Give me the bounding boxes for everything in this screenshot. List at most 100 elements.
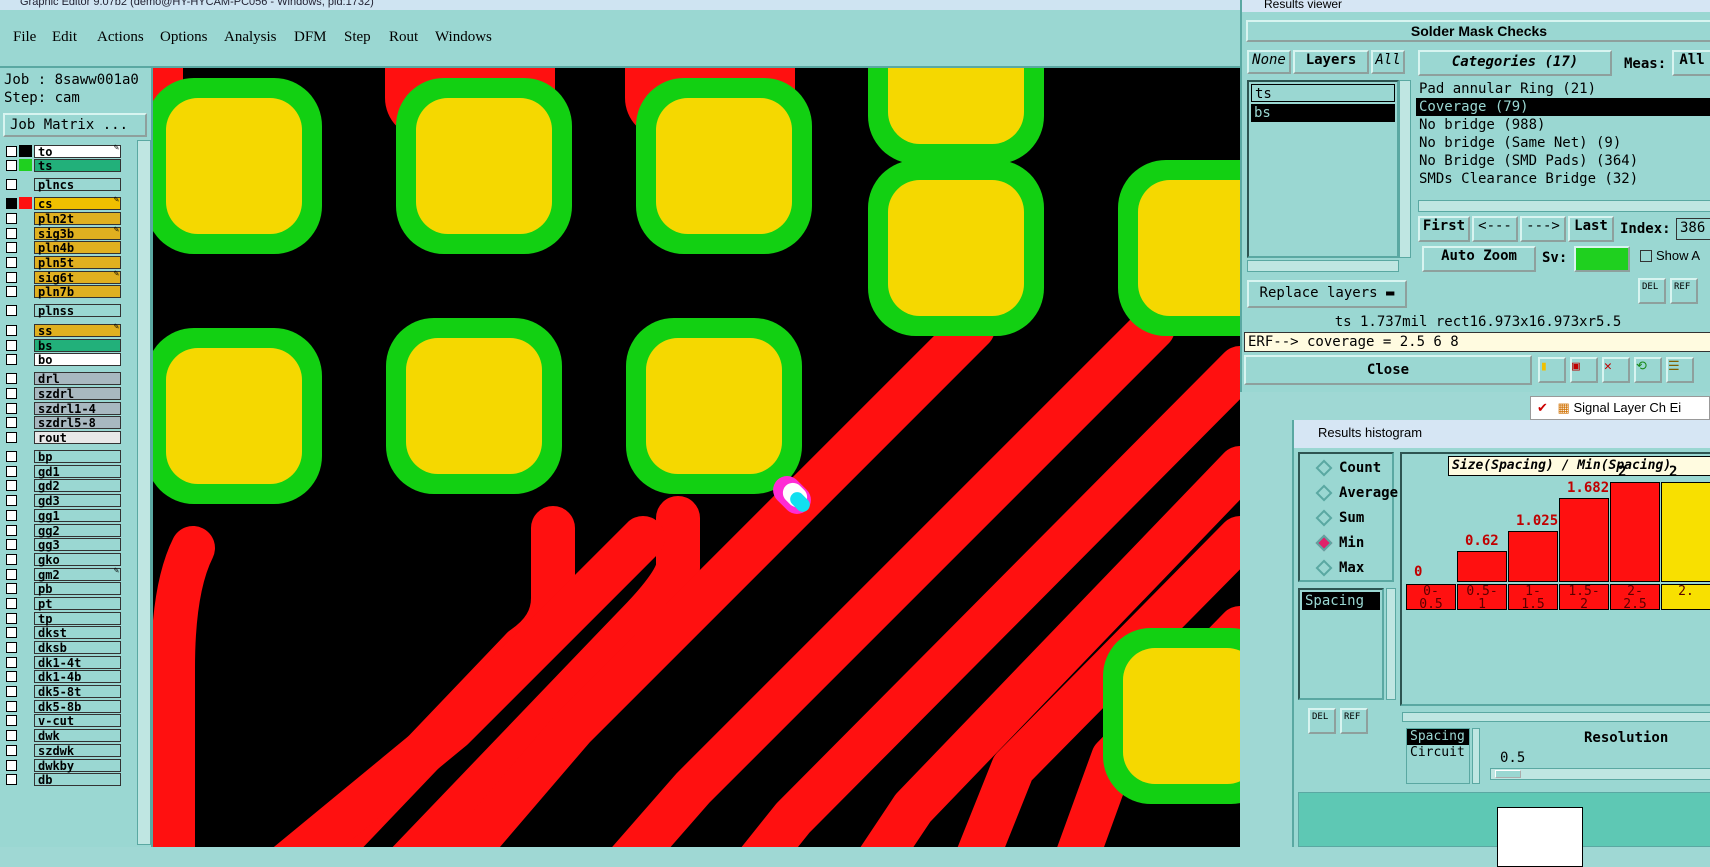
layer-row-dwk[interactable]: dwk <box>6 728 121 742</box>
category-item[interactable]: SMDs Clearance Bridge (32) <box>1416 170 1710 188</box>
layer-checkbox[interactable] <box>6 324 17 336</box>
layer-name[interactable]: v-cut <box>34 713 121 727</box>
layer-row-pln7b[interactable]: pln7b <box>6 284 121 298</box>
layer-name[interactable]: gd2 <box>34 478 121 492</box>
layer-checkbox[interactable] <box>6 339 17 351</box>
auto-zoom-menu[interactable]: Auto Zoom <box>1422 246 1536 272</box>
layer-color-swatch[interactable] <box>19 612 32 624</box>
layer-color-swatch[interactable] <box>19 465 32 477</box>
layer-color-swatch[interactable] <box>19 416 32 428</box>
layer-name[interactable]: dksb <box>34 640 121 654</box>
layer-name[interactable]: bo <box>34 352 121 366</box>
copper-pad[interactable] <box>406 338 542 474</box>
layer-row-dk1-4b[interactable]: dk1-4b <box>6 669 121 683</box>
layer-checkbox[interactable] <box>6 402 17 414</box>
histogram-bar[interactable] <box>1661 482 1710 582</box>
layer-row-rout[interactable]: rout <box>6 430 121 444</box>
layer-row-dwkby[interactable]: dwkby <box>6 758 121 772</box>
layer-row-to[interactable]: to ✎ <box>6 143 121 158</box>
preview-thumbnail[interactable] <box>1497 807 1583 867</box>
last-button[interactable]: Last <box>1568 216 1614 242</box>
histogram-bar[interactable] <box>1508 531 1558 582</box>
resolution-slider-thumb[interactable] <box>1495 770 1521 778</box>
layer-row-gg1[interactable]: gg1 <box>6 508 121 522</box>
layer-row-bs[interactable]: bs <box>6 338 121 352</box>
job-matrix-button[interactable]: Job Matrix ... <box>3 113 147 137</box>
del-icon-button[interactable]: DEL <box>1638 278 1666 304</box>
resolution-list-spacing[interactable]: Spacing <box>1407 729 1469 745</box>
category-item[interactable]: Coverage (79) <box>1416 98 1710 116</box>
layer-checkbox[interactable] <box>6 227 17 239</box>
layer-color-swatch[interactable] <box>19 304 32 316</box>
layer-name[interactable]: dk1-4b <box>34 669 121 683</box>
layer-name[interactable]: pln2t <box>34 211 121 225</box>
show-all-checkbox[interactable] <box>1640 250 1652 262</box>
layer-checkbox[interactable] <box>6 212 17 224</box>
layers-button[interactable]: Layers <box>1293 50 1369 74</box>
layer-name[interactable]: ts <box>34 158 121 172</box>
layer-name[interactable]: gm2 <box>34 567 121 581</box>
layer-checkbox[interactable] <box>6 285 17 297</box>
layer-color-swatch[interactable] <box>19 353 32 365</box>
layer-checkbox[interactable] <box>6 509 17 521</box>
mode-radio-max[interactable]: Max <box>1315 559 1364 577</box>
histogram-bar[interactable] <box>1610 482 1660 582</box>
layer-checkbox[interactable] <box>6 744 17 756</box>
layer-checkbox[interactable] <box>6 159 17 171</box>
menu-windows[interactable]: Windows <box>435 29 492 46</box>
layer-color-swatch[interactable] <box>19 197 32 209</box>
menu-analysis[interactable]: Analysis <box>224 29 277 46</box>
category-item[interactable]: Pad annular Ring (21) <box>1416 80 1710 98</box>
layer-checkbox[interactable] <box>6 431 17 443</box>
layer-listbox-hscroll[interactable] <box>1247 260 1399 272</box>
copper-pad[interactable] <box>166 98 302 234</box>
resolution-slider[interactable] <box>1490 768 1710 780</box>
layer-color-swatch[interactable] <box>19 241 32 253</box>
layer-row-ss[interactable]: ss ✎ <box>6 322 121 337</box>
layer-row-plnss[interactable]: plnss <box>6 303 121 317</box>
layer-checkbox[interactable] <box>6 372 17 384</box>
copper-pad[interactable] <box>646 338 782 474</box>
layer-name[interactable]: db <box>34 772 121 786</box>
layer-color-swatch[interactable] <box>19 339 32 351</box>
layer-color-swatch[interactable] <box>19 714 32 726</box>
menu-step[interactable]: Step <box>344 29 371 46</box>
histogram-list-spacing[interactable]: Spacing <box>1302 592 1380 610</box>
layer-checkbox[interactable] <box>6 656 17 668</box>
close-button[interactable]: Close <box>1244 355 1532 385</box>
mode-radio-count[interactable]: Count <box>1315 459 1381 477</box>
layer-checkbox[interactable] <box>6 714 17 726</box>
layer-name[interactable]: dk5-8b <box>34 699 121 713</box>
copper-pad[interactable] <box>1123 648 1240 784</box>
layer-row-sig6t[interactable]: sig6t ✎ <box>6 269 121 284</box>
menu-rout[interactable]: Rout <box>389 29 418 46</box>
menu-dfm[interactable]: DFM <box>294 29 327 46</box>
layer-name[interactable]: bs <box>34 338 121 352</box>
histogram-list-scrollbar[interactable] <box>1386 588 1396 700</box>
layer-color-swatch[interactable] <box>19 387 32 399</box>
none-button[interactable]: None <box>1247 50 1291 74</box>
layer-row-pln5t[interactable]: pln5t <box>6 255 121 269</box>
layer-name[interactable]: szdrl1-4 <box>34 401 121 415</box>
layer-color-swatch[interactable] <box>19 538 32 550</box>
layer-checkbox[interactable] <box>6 597 17 609</box>
layer-name[interactable]: tp <box>34 611 121 625</box>
layer-name[interactable]: gg1 <box>34 508 121 522</box>
resolution-list-circuit[interactable]: Circuit <box>1407 745 1469 761</box>
histogram-listbox[interactable]: Spacing <box>1298 588 1384 700</box>
layer-color-swatch[interactable] <box>19 641 32 653</box>
layer-row-plncs[interactable]: plncs <box>6 177 121 191</box>
layer-name[interactable]: pln7b <box>34 284 121 298</box>
layer-row-gg3[interactable]: gg3 <box>6 537 121 551</box>
layer-row-pln2t[interactable]: pln2t <box>6 211 121 225</box>
category-item[interactable]: No bridge (Same Net) (9) <box>1416 134 1710 152</box>
layer-name[interactable]: dkst <box>34 625 121 639</box>
layer-color-swatch[interactable] <box>19 597 32 609</box>
first-button[interactable]: First <box>1418 216 1470 242</box>
layer-checkbox[interactable] <box>6 387 17 399</box>
layer-color-swatch[interactable] <box>19 402 32 414</box>
layer-row-gg2[interactable]: gg2 <box>6 523 121 537</box>
layer-checkbox[interactable] <box>6 256 17 268</box>
category-hscroll[interactable] <box>1418 200 1710 212</box>
menu-options[interactable]: Options <box>160 29 208 46</box>
